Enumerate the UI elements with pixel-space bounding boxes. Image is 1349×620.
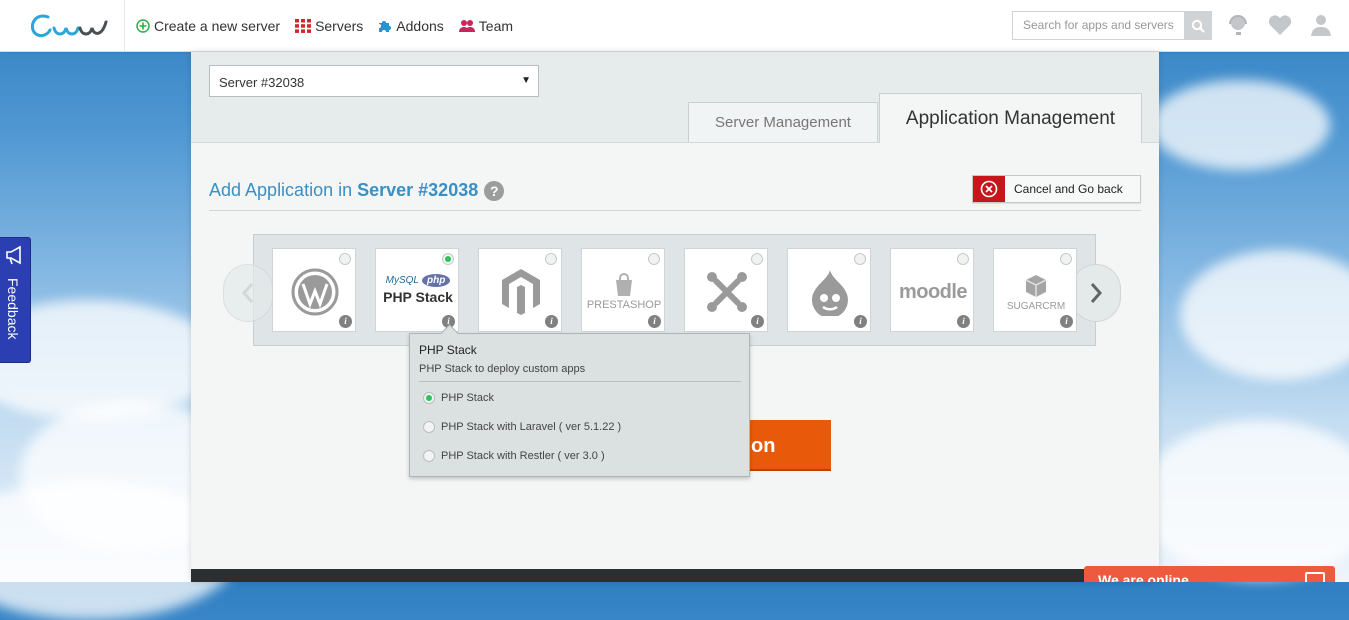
nav-team[interactable]: Team — [458, 17, 514, 34]
app-tile-moodle[interactable]: moodle i — [890, 248, 974, 332]
mysql-text: MySQL — [385, 274, 419, 286]
tab-app-label: Application Management — [905, 107, 1116, 129]
prestashop-logo: PRESTASHOP — [582, 261, 666, 323]
cube-icon — [1025, 274, 1047, 297]
php-badge: php — [422, 273, 451, 287]
tab-server-management[interactable]: Server Management — [688, 102, 878, 142]
chevron-left-icon — [241, 283, 254, 303]
app-tile-magento[interactable]: i — [478, 248, 562, 332]
php-stack-logo: MySQL php PHP Stack — [376, 261, 460, 323]
search-icon — [1191, 19, 1205, 33]
puzzle-icon — [379, 20, 392, 32]
team-icon — [458, 19, 475, 32]
option-php-laravel[interactable]: PHP Stack with Laravel ( ver 5.1.22 ) — [423, 421, 621, 433]
server-select-value: Server #32038 — [219, 75, 305, 90]
page-title-prefix: Add Application in — [209, 180, 358, 200]
chevron-right-icon — [1090, 283, 1103, 303]
prestashop-text: PRESTASHOP — [586, 299, 662, 311]
tab-application-management[interactable]: Application Management — [879, 93, 1142, 143]
page-title: Add Application in Server #32038? — [209, 180, 505, 202]
info-icon[interactable]: i — [1060, 315, 1073, 328]
php-stack-title: PHP Stack — [383, 288, 453, 305]
megaphone-icon — [6, 245, 21, 265]
info-icon[interactable]: i — [854, 315, 867, 328]
info-icon[interactable]: i — [751, 315, 764, 328]
nav-addons[interactable]: Addons — [378, 17, 444, 34]
logo-divider — [124, 0, 125, 51]
tab-server-label: Server Management — [715, 114, 851, 131]
popover-divider — [419, 381, 741, 382]
info-icon[interactable]: i — [648, 315, 661, 328]
app-tile-php-stack[interactable]: MySQL php PHP Stack i — [375, 248, 459, 332]
sugarcrm-logo: SUGARCRM — [994, 261, 1078, 323]
search-button[interactable] — [1184, 12, 1211, 39]
live-chat-tab[interactable]: We are online — [1084, 566, 1335, 582]
nav-create-label: Create a new server — [154, 17, 281, 34]
help-icon[interactable]: ? — [484, 181, 505, 202]
chat-label: We are online — [1098, 572, 1189, 582]
moodle-logo: moodle — [891, 261, 975, 323]
main-nav: Create a new server Servers Addons Team — [136, 0, 513, 51]
heart-icon[interactable] — [1267, 12, 1293, 38]
option-php-restler[interactable]: PHP Stack with Restler ( ver 3.0 ) — [423, 450, 605, 462]
info-icon[interactable]: i — [545, 315, 558, 328]
app-tile-sugarcrm[interactable]: SUGARCRM i — [993, 248, 1077, 332]
support-headset-icon[interactable] — [1225, 12, 1251, 38]
option-php-stack[interactable]: PHP Stack — [423, 392, 494, 404]
chat-window-icon — [1305, 572, 1325, 582]
option-label: PHP Stack with Restler ( ver 3.0 ) — [441, 450, 605, 462]
nav-addons-label: Addons — [396, 17, 444, 34]
sugarcrm-text: SUGARCRM — [1006, 300, 1066, 312]
search-box — [1012, 11, 1212, 40]
radio[interactable] — [423, 421, 435, 433]
wordpress-logo-icon — [273, 261, 357, 323]
moodle-text: moodle — [898, 280, 968, 303]
search-input[interactable] — [1013, 12, 1193, 37]
app-tile-wordpress[interactable]: i — [272, 248, 356, 332]
page-title-server: Server #32038 — [357, 180, 479, 200]
cancel-go-back-button[interactable]: Cancel and Go back — [972, 175, 1141, 203]
drupal-logo-icon — [788, 261, 872, 323]
nav-create-server[interactable]: Create a new server — [136, 18, 280, 34]
info-icon[interactable]: i — [339, 315, 352, 328]
top-navbar: Create a new server Servers Addons Team — [0, 0, 1349, 52]
radio-selected[interactable] — [423, 392, 435, 404]
option-label: PHP Stack with Laravel ( ver 5.1.22 ) — [441, 421, 622, 433]
app-tile-prestashop[interactable]: PRESTASHOP i — [581, 248, 665, 332]
cancel-label: Cancel and Go back — [1014, 182, 1123, 196]
main-panel: Server #32038 ▼ Server Management Applic… — [191, 52, 1159, 582]
user-profile-icon[interactable] — [1308, 12, 1334, 38]
server-select[interactable]: Server #32038 ▼ — [209, 65, 539, 97]
popover-description: PHP Stack to deploy custom apps — [419, 363, 586, 375]
nav-servers-label: Servers — [315, 17, 364, 34]
popover-title: PHP Stack — [419, 343, 477, 357]
plus-circle-icon — [136, 18, 150, 33]
feedback-label: Feedback — [5, 278, 21, 340]
magento-logo-icon — [479, 261, 563, 323]
shopping-bag-icon — [616, 273, 632, 296]
app-tile-drupal[interactable]: i — [787, 248, 871, 332]
carousel-next-button[interactable] — [1071, 264, 1121, 322]
nav-team-label: Team — [478, 17, 514, 34]
nav-servers[interactable]: Servers — [295, 18, 363, 34]
footer-bar — [191, 569, 1159, 582]
radio[interactable] — [423, 450, 435, 462]
info-icon[interactable]: i — [957, 315, 970, 328]
close-circle-icon — [973, 176, 1005, 202]
feedback-tab[interactable]: Feedback — [0, 237, 31, 363]
app-tile-joomla[interactable]: i — [684, 248, 768, 332]
launch-label: on — [751, 435, 776, 457]
title-divider — [209, 210, 1141, 211]
app-logo[interactable] — [26, 8, 116, 42]
joomla-logo-icon — [685, 261, 769, 323]
php-stack-popover: PHP Stack PHP Stack to deploy custom app… — [409, 333, 750, 477]
grid-icon — [295, 18, 312, 33]
caret-down-icon: ▼ — [521, 75, 531, 86]
option-label: PHP Stack — [441, 392, 494, 404]
carousel-prev-button[interactable] — [223, 264, 273, 322]
